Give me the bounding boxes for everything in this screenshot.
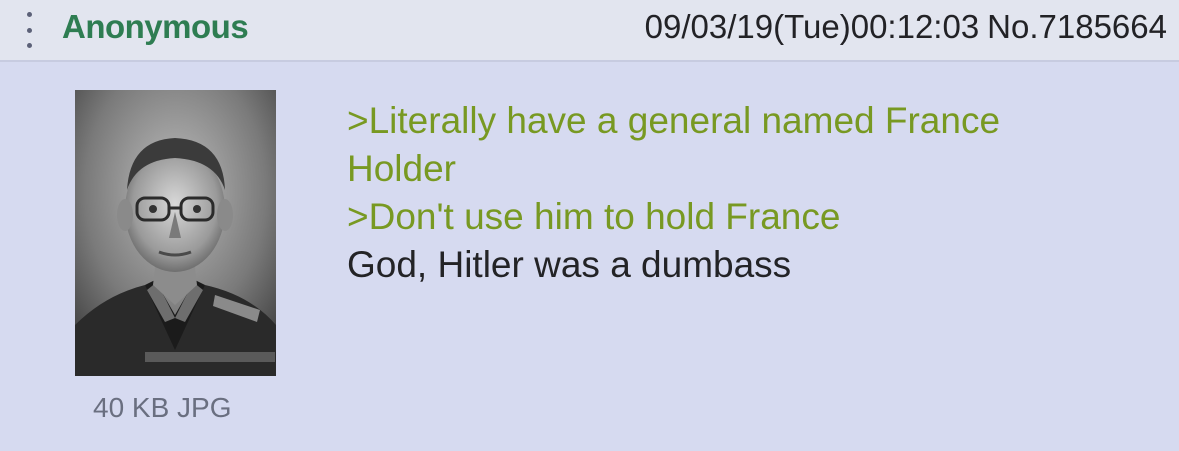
poster-name[interactable]: Anonymous <box>62 8 249 46</box>
file-info: 40 KB JPG <box>93 392 232 423</box>
body-text-line: God, Hitler was a dumbass <box>347 244 792 285</box>
post-body: >Literally have a general named France H… <box>347 97 1137 289</box>
post-header: Anonymous 09/03/19(Tue)00:12:03 No.718566… <box>0 0 1179 62</box>
post-datetime: 09/03/19(Tue)00:12:03 <box>644 8 980 45</box>
post-thumbnail[interactable] <box>75 90 276 376</box>
post-container: Anonymous 09/03/19(Tue)00:12:03 No.718566… <box>0 0 1179 451</box>
post-meta: 09/03/19(Tue)00:12:03 No.7185664 <box>645 8 1167 46</box>
more-vertical-icon[interactable] <box>22 12 36 48</box>
greentext-line: Holder <box>347 148 456 189</box>
post-number-link[interactable]: No.7185664 <box>987 8 1167 45</box>
greentext-line: >Literally have a general named France <box>347 100 1001 141</box>
portrait-photo-icon <box>75 90 276 376</box>
greentext-line: >Don't use him to hold France <box>347 196 841 237</box>
